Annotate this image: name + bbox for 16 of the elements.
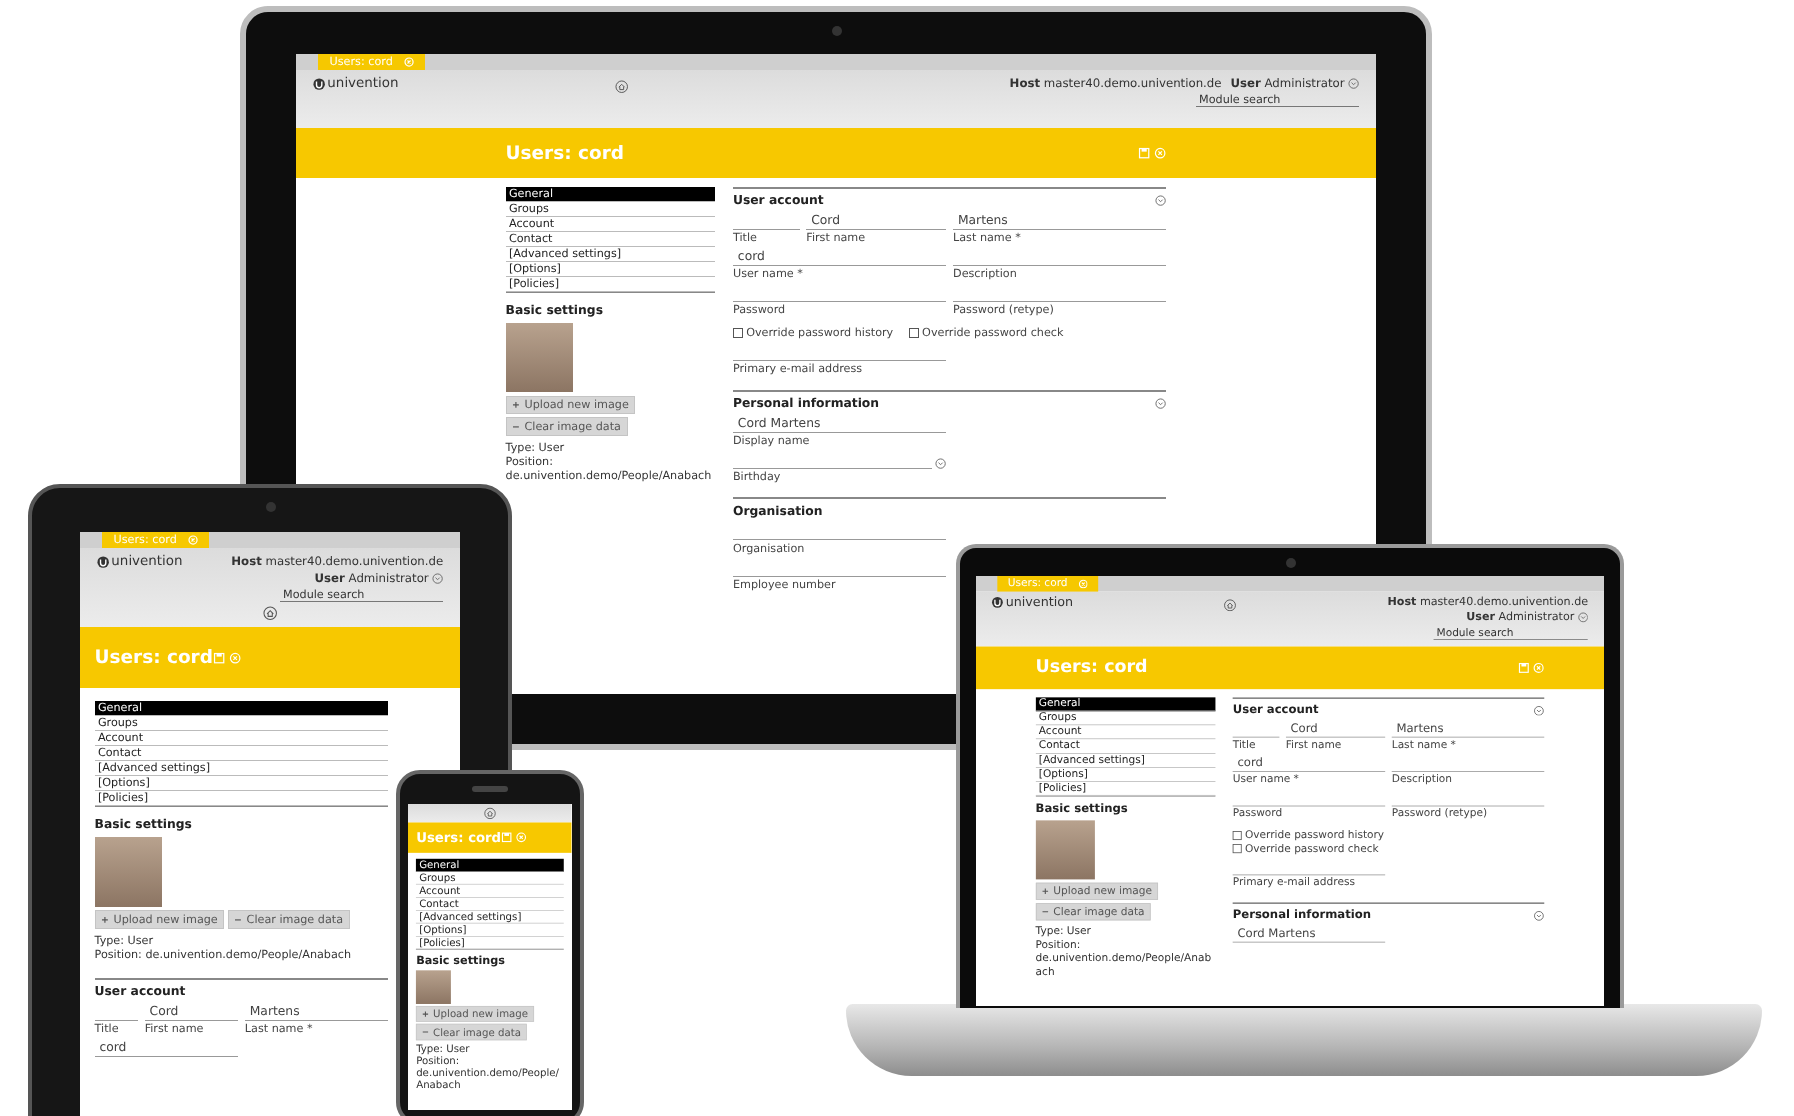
photo-placeholder (1035, 820, 1095, 880)
logo-icon (991, 596, 1004, 609)
page-title: Users: cord (505, 141, 624, 165)
camera-icon (1286, 558, 1296, 568)
camera-icon (266, 502, 276, 512)
photo-placeholder (505, 322, 573, 393)
checkbox[interactable] (908, 328, 919, 338)
page-title: Users: cord (1035, 656, 1148, 679)
page-title: Users: cord (94, 646, 213, 670)
logo-icon (312, 78, 326, 91)
photo-placeholder (416, 970, 451, 1004)
checkbox[interactable] (732, 328, 743, 338)
speaker-icon (472, 786, 508, 792)
photo-placeholder (94, 837, 162, 907)
camera-icon (832, 26, 842, 36)
logo-icon (96, 556, 110, 569)
